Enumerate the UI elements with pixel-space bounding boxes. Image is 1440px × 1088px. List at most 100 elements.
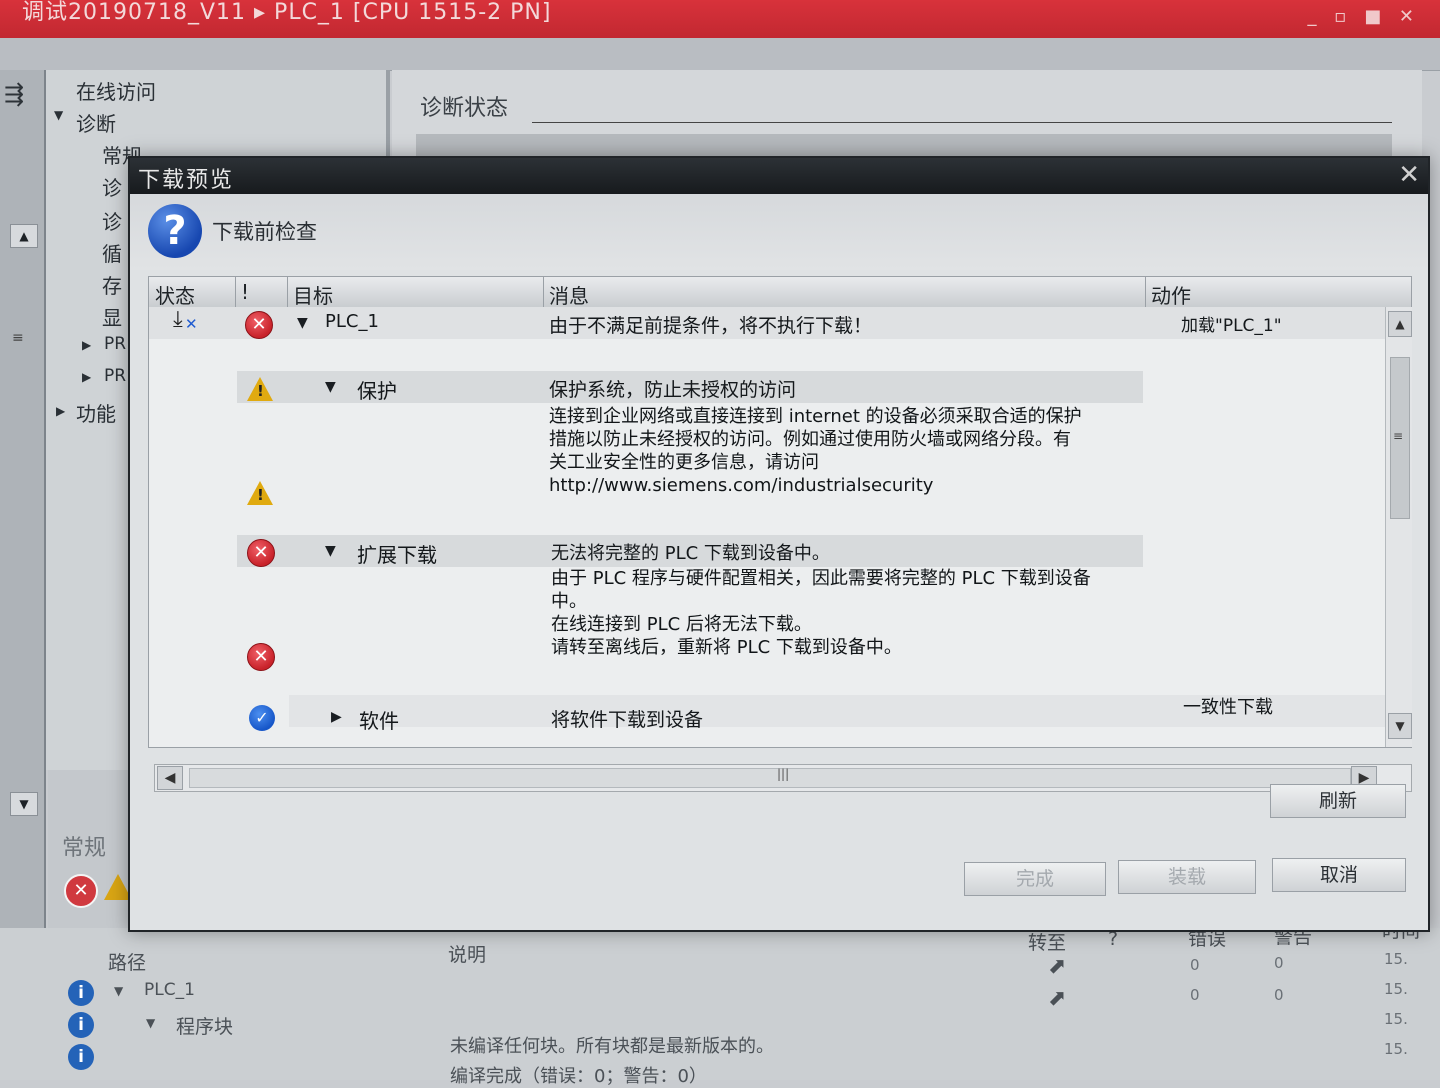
action-dropdown[interactable]: 一致性下载 xyxy=(1183,693,1273,719)
scroll-left-icon[interactable]: ◀ xyxy=(157,766,183,790)
target-plc: PLC_1 xyxy=(325,311,379,332)
app-title: 调试20190718_V11 ▸ PLC_1 [CPU 1515-2 PN] xyxy=(22,0,552,25)
scroll-thumb[interactable] xyxy=(189,768,1351,788)
error-filter-icon[interactable]: ✕ xyxy=(64,874,98,908)
nav-item-diag-1[interactable]: 诊 xyxy=(102,172,122,201)
vertical-scrollbar[interactable]: ▲ ≡ ▼ xyxy=(1385,307,1412,747)
nav-online-access[interactable]: 在线访问 xyxy=(76,76,156,105)
collapse-arrow-icon[interactable]: ▶ xyxy=(56,404,65,418)
horizontal-scrollbar[interactable]: ◀ ||| ▶ xyxy=(154,764,1412,792)
collapse-arrow-icon[interactable]: ▶ xyxy=(82,370,91,384)
app-titlebar: 调试20190718_V11 ▸ PLC_1 [CPU 1515-2 PN] _… xyxy=(0,0,1440,38)
target-protection: 保护 xyxy=(357,379,397,403)
error-count: 0 xyxy=(1190,986,1200,1004)
error-icon: ✕ xyxy=(247,539,275,567)
target-extended-download: 扩展下载 xyxy=(357,543,437,567)
download-preview-dialog: 下载预览 ✕ ? 下载前检查 状态 ! 目标 消息 动作 ⤓ ✕ ✕ ▼ PLC_… xyxy=(128,156,1430,932)
action-value[interactable]: 加载"PLC_1" xyxy=(1181,311,1282,336)
expand-arrow-icon[interactable]: ▼ xyxy=(146,1016,155,1030)
scroll-down-icon[interactable]: ▼ xyxy=(1388,713,1412,739)
finish-button[interactable]: 完成 xyxy=(964,862,1106,896)
question-icon: ? xyxy=(148,204,202,258)
grip-icon: ≡ xyxy=(1393,429,1404,443)
target-software: 软件 xyxy=(359,709,399,733)
nav-functions[interactable]: 功能 xyxy=(76,398,116,427)
col-excl[interactable]: ! xyxy=(241,280,249,304)
warning-icon xyxy=(247,377,273,401)
expand-arrow-icon[interactable]: ▼ xyxy=(297,315,308,331)
close-icon[interactable]: ✕ xyxy=(1398,160,1420,190)
warning-icon xyxy=(247,481,273,505)
dialog-subtitle: 下载前检查 xyxy=(212,220,317,244)
row-message: 无法将完整的 PLC 下载到设备中。 xyxy=(551,543,830,564)
nav-item-display[interactable]: 显 xyxy=(102,302,122,331)
error-icon: ✕ xyxy=(247,643,275,671)
time-value: 15. xyxy=(1384,950,1408,968)
splitter-grip-icon[interactable]: ≡ xyxy=(12,330,24,346)
warning-count: 0 xyxy=(1274,986,1284,1004)
grip-icon: ||| xyxy=(777,767,790,781)
scroll-up-icon[interactable]: ▲ xyxy=(10,224,38,248)
col-goto[interactable]: 转至 xyxy=(1028,928,1066,955)
info-icon: i xyxy=(68,1044,94,1070)
dialog-titlebar: 下载预览 ✕ xyxy=(130,158,1428,194)
check-icon: ✓ xyxy=(249,705,275,731)
expand-arrow-icon[interactable]: ▼ xyxy=(325,543,336,559)
col-status[interactable]: 状态 xyxy=(155,280,195,309)
load-button[interactable]: 装载 xyxy=(1118,860,1256,894)
download-status-icon: ⤓ ✕ xyxy=(173,307,198,333)
expand-arrow-icon[interactable]: ▼ xyxy=(54,108,63,122)
col-path[interactable]: 路径 xyxy=(108,948,146,975)
scroll-down-icon[interactable]: ▼ xyxy=(10,792,38,816)
col-target[interactable]: 目标 xyxy=(293,280,333,309)
col-action[interactable]: 动作 xyxy=(1151,280,1191,309)
cancel-button[interactable]: 取消 xyxy=(1272,858,1406,892)
online-tools-icon[interactable]: ⇶ xyxy=(4,80,24,108)
security-detail: 连接到企业网络或直接连接到 internet 的设备必须采取合适的保护 措施以防… xyxy=(549,406,1082,497)
expand-arrow-icon[interactable]: ▼ xyxy=(114,984,123,998)
nav-item-pr-1[interactable]: PR xyxy=(104,334,126,354)
divider xyxy=(532,122,1392,123)
collapse-arrow-icon[interactable]: ▶ xyxy=(82,338,91,352)
row-message: 将软件下载到设备 xyxy=(551,709,704,731)
row-message: 由于不满足前提条件，将不执行下载！ xyxy=(549,315,873,337)
goto-arrow-icon[interactable]: ⬈ xyxy=(1048,954,1066,979)
row-message: 保护系统，防止未授权的访问 xyxy=(549,379,797,401)
info-icon: i xyxy=(68,980,94,1006)
info-panel: 路径 说明 转至 ? 错误 警告 时间 i i i ▼ PLC_1 ▼ 程序块 … xyxy=(0,920,1440,1087)
menubar xyxy=(0,38,1440,71)
expand-arrow-icon[interactable]: ▼ xyxy=(325,379,336,395)
refresh-button[interactable]: 刷新 xyxy=(1270,784,1406,818)
error-count: 0 xyxy=(1190,956,1200,974)
scroll-up-icon[interactable]: ▲ xyxy=(1388,311,1412,337)
tab-general[interactable]: 常规 xyxy=(62,830,106,862)
compile-result: 编译完成（错误：0；警告：0） xyxy=(450,1066,707,1087)
goto-arrow-icon[interactable]: ⬈ xyxy=(1048,986,1066,1011)
security-link[interactable]: http://www.siemens.com/industrialsecurit… xyxy=(549,474,1082,497)
time-value: 15. xyxy=(1384,980,1408,998)
nav-item-diag-2[interactable]: 诊 xyxy=(102,206,122,235)
info-icon: i xyxy=(68,1012,94,1038)
tree-program-blocks: 程序块 xyxy=(176,1016,234,1038)
tree-plc: PLC_1 xyxy=(144,980,195,1000)
nav-item-cycle[interactable]: 循 xyxy=(102,238,122,267)
error-icon: ✕ xyxy=(245,311,273,339)
compile-message: 未编译任何块。所有块都是最新版本的。 xyxy=(450,1036,774,1057)
time-value: 15. xyxy=(1384,1040,1408,1058)
nav-item-memory[interactable]: 存 xyxy=(102,270,122,299)
time-value: 15. xyxy=(1384,1010,1408,1028)
nav-diagnostics[interactable]: 诊断 xyxy=(76,108,116,137)
table-header: 状态 ! 目标 消息 动作 xyxy=(149,277,1411,308)
extended-download-detail: 由于 PLC 程序与硬件配置相关，因此需要将完整的 PLC 下载到设备 中。 在… xyxy=(551,568,1091,658)
col-message[interactable]: 消息 xyxy=(549,280,589,309)
dialog-header: ? 下载前检查 xyxy=(130,194,1428,270)
collapse-arrow-icon[interactable]: ▶ xyxy=(331,709,342,725)
dialog-title: 下载预览 xyxy=(138,168,235,193)
diagnostic-status-pane: 诊断状态 xyxy=(392,70,1422,160)
check-table: 状态 ! 目标 消息 动作 ⤓ ✕ ✕ ▼ PLC_1 由于不满足前提条件，将不执… xyxy=(148,276,1412,748)
warning-count: 0 xyxy=(1274,954,1284,972)
col-description[interactable]: 说明 xyxy=(448,940,486,967)
window-controls[interactable]: _ ▫ ■ ✕ xyxy=(1308,6,1420,27)
nav-item-pr-2[interactable]: PR xyxy=(104,366,126,386)
diagnostic-status-title: 诊断状态 xyxy=(420,96,509,121)
